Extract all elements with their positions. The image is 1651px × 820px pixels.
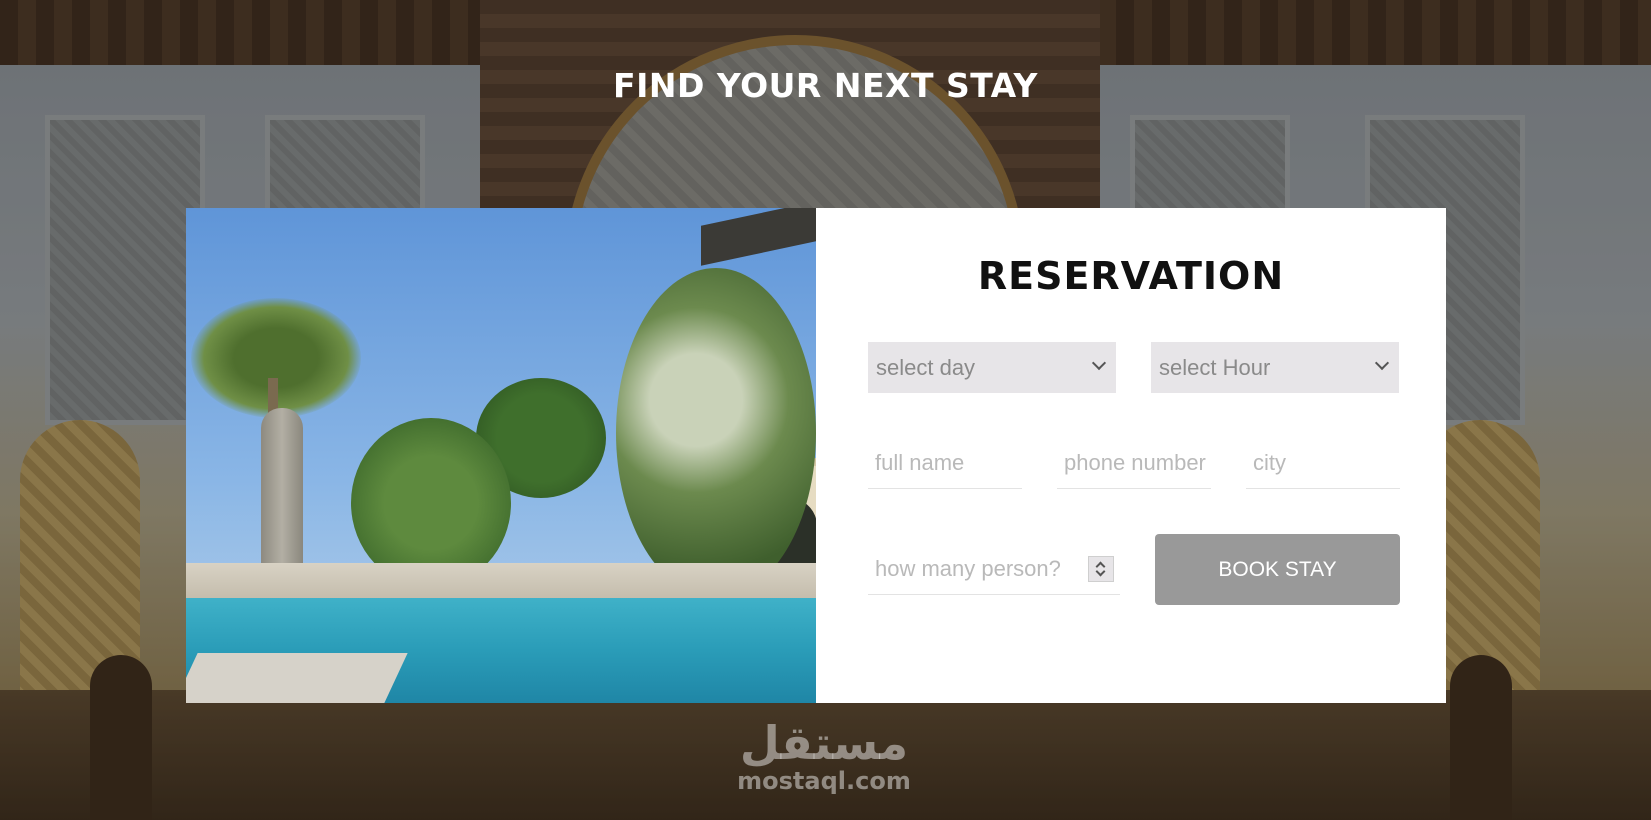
page-title: FIND YOUR NEXT STAY [613,66,1038,105]
day-select-value: select day [876,354,976,380]
reservation-card: RESERVATION select day select Hour full … [186,208,1446,703]
hour-select[interactable]: select Hour [1151,342,1399,393]
book-stay-button[interactable]: BOOK STAY [1155,534,1400,605]
phone-number-input[interactable]: phone number [1057,438,1211,489]
day-select[interactable]: select day [868,342,1116,393]
chevron-down-icon [1374,355,1390,371]
city-placeholder: city [1253,450,1286,475]
hour-select-value: select Hour [1159,354,1271,380]
spinner-down-icon[interactable] [1095,566,1106,577]
chevron-down-icon [1091,355,1107,371]
persons-input[interactable]: how many person? [868,544,1120,595]
full-name-input[interactable]: full name [868,438,1022,489]
watermark: مستقل mostaql.com [724,718,924,794]
city-input[interactable]: city [1246,438,1400,489]
hotel-photo [186,208,816,703]
full-name-placeholder: full name [875,450,965,475]
persons-placeholder: how many person? [875,556,1061,581]
number-spinner-icon[interactable] [1088,556,1114,582]
form-title: RESERVATION [977,254,1285,298]
watermark-arabic: مستقل [739,716,909,770]
phone-number-placeholder: phone number [1064,450,1206,475]
reservation-form: RESERVATION select day select Hour full … [816,208,1446,703]
watermark-latin: mostaql.com [737,767,911,795]
